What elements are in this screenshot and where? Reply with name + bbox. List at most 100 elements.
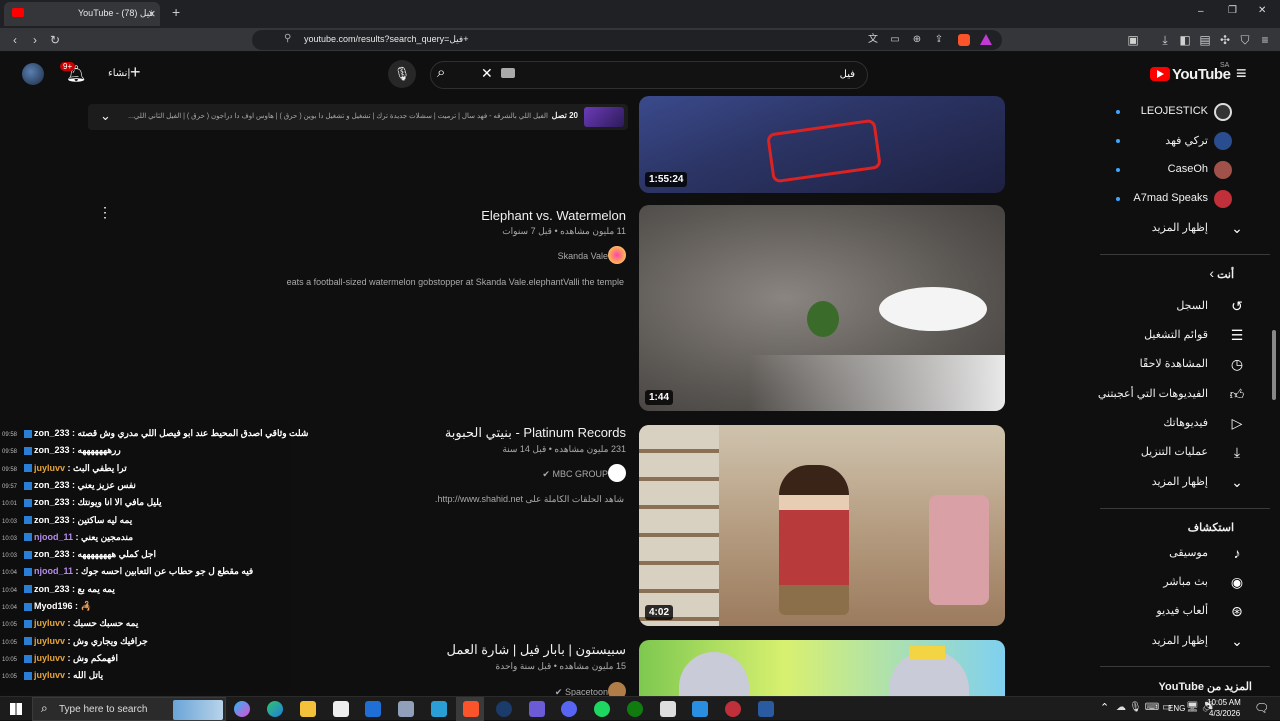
- brave-shield-icon[interactable]: [958, 34, 970, 46]
- search-bar[interactable]: ⌕ ✕ فيل: [430, 61, 868, 89]
- app-icon[interactable]: [398, 701, 414, 717]
- taskbar-search-box[interactable]: ⌕ Type here to search: [32, 697, 226, 721]
- chat-username[interactable]: zon_233: [34, 515, 70, 525]
- app-icon[interactable]: [431, 701, 447, 717]
- subscription-item[interactable]: A7mad Speaks: [1092, 185, 1252, 213]
- sidebar-item-downloads[interactable]: ⤓ عمليات التنزيل: [1092, 438, 1252, 466]
- video-thumbnail[interactable]: 1:44: [639, 205, 1005, 411]
- sidebar-panel-icon[interactable]: ▣: [1124, 30, 1142, 50]
- app-icon[interactable]: [529, 701, 545, 717]
- chat-username[interactable]: juyluvv: [34, 653, 65, 663]
- maximize-button[interactable]: ❐: [1228, 5, 1237, 16]
- app-icon[interactable]: [692, 701, 708, 717]
- reading-list-icon[interactable]: ◧: [1176, 30, 1194, 50]
- spotify-icon[interactable]: [594, 701, 610, 717]
- channel-name[interactable]: ✔ MBC GROUP: [542, 469, 608, 480]
- brave-rewards-icon[interactable]: [980, 34, 992, 45]
- sidebar-item-watch-later[interactable]: ◷ المشاهدة لاحقًا: [1092, 350, 1252, 378]
- guide-menu-button[interactable]: ≡: [1236, 63, 1247, 84]
- chat-username[interactable]: njood_11: [34, 532, 73, 542]
- sidebar-item-liked-videos[interactable]: 👍︎ الفيديوهات التي أعجبتني: [1092, 380, 1252, 408]
- channel-avatar[interactable]: [608, 464, 626, 482]
- channel-name[interactable]: Skanda Vale: [558, 251, 608, 261]
- clock-time[interactable]: 10:05 AM: [1207, 698, 1241, 707]
- chat-username[interactable]: juyluvv: [34, 670, 65, 680]
- subscription-item[interactable]: LEOJESTICK: [1092, 98, 1252, 126]
- xbox-icon[interactable]: [627, 701, 643, 717]
- chat-username[interactable]: zon_233: [34, 445, 70, 455]
- account-avatar[interactable]: [22, 63, 44, 85]
- sidebar-item-music[interactable]: ♪ موسيقى: [1092, 539, 1252, 567]
- sidebar-scrollbar[interactable]: [1272, 330, 1276, 400]
- notification-center-icon[interactable]: 🗨︎: [1254, 701, 1269, 715]
- discord-icon[interactable]: [561, 701, 577, 717]
- video-title[interactable]: بنيتي الحبوبة - Platinum Records: [445, 425, 626, 441]
- search-input[interactable]: فيل: [840, 69, 855, 80]
- search-button[interactable]: ⌕: [437, 64, 445, 81]
- sidebar-item-history[interactable]: ↺ السجل: [1092, 292, 1252, 320]
- translate-icon[interactable]: 文: [864, 30, 882, 50]
- clear-search-icon[interactable]: ✕: [481, 65, 493, 82]
- chat-username[interactable]: juyluvv: [34, 618, 65, 628]
- video-thumbnail[interactable]: 4:02: [639, 425, 1005, 626]
- download-toolbar-icon[interactable]: ⤓: [1156, 30, 1174, 50]
- zoom-icon[interactable]: ⊕: [908, 30, 926, 50]
- chat-username[interactable]: zon_233: [34, 497, 70, 507]
- chat-username[interactable]: juyluvv: [34, 636, 65, 646]
- show-more-you[interactable]: ⌄ إظهار المزيد: [1092, 468, 1252, 496]
- steam-icon[interactable]: [758, 701, 774, 717]
- sidebar-item-gaming[interactable]: ⊛ ألعاب فيديو: [1092, 597, 1252, 625]
- browser-tab[interactable]: YouTube - فيل (78) ×: [4, 2, 160, 26]
- video-title[interactable]: Elephant vs. Watermelon: [481, 208, 626, 223]
- sidebar-item-your-videos[interactable]: ▷ فيديوهاتك: [1092, 409, 1252, 437]
- mail-icon[interactable]: [365, 701, 381, 717]
- video-thumbnail[interactable]: 1:55:24: [639, 96, 1005, 193]
- chat-username[interactable]: zon_233: [34, 549, 70, 559]
- menu-icon[interactable]: ≡: [1256, 30, 1274, 50]
- keyboard-icon[interactable]: [501, 68, 515, 78]
- close-window-button[interactable]: ✕: [1258, 5, 1266, 16]
- file-explorer-icon[interactable]: [300, 701, 316, 717]
- reload-icon[interactable]: ↻: [46, 30, 64, 50]
- vpn-icon[interactable]: ⛉: [1236, 30, 1254, 50]
- sidebar-item-live[interactable]: ◉ بث مباشر: [1092, 568, 1252, 596]
- voice-search-button[interactable]: 🎙︎: [388, 60, 416, 88]
- site-info-icon[interactable]: ⚲: [284, 33, 291, 44]
- chat-username[interactable]: zon_233: [34, 584, 70, 594]
- store-icon[interactable]: [333, 701, 349, 717]
- chat-username[interactable]: juyluvv: [34, 463, 65, 473]
- minimize-button[interactable]: –: [1198, 6, 1204, 17]
- windows-start-icon[interactable]: [10, 703, 22, 715]
- forward-icon[interactable]: ›: [26, 30, 44, 50]
- youtube-logo[interactable]: YouTube SA: [1148, 62, 1231, 85]
- subscription-item[interactable]: تركي فهد: [1092, 127, 1252, 155]
- clock-date[interactable]: 4/3/2026: [1209, 709, 1240, 718]
- show-more-explore[interactable]: ⌄ إظهار المزيد: [1092, 627, 1252, 655]
- back-icon[interactable]: ‹: [6, 30, 24, 50]
- video-menu-button[interactable]: ⋮: [98, 204, 112, 221]
- address-bar[interactable]: ⚲ youtube.com/results?search_query=فيل+ …: [252, 30, 1002, 50]
- edge-icon[interactable]: [267, 701, 283, 717]
- app-icon[interactable]: [725, 701, 741, 717]
- extensions-icon[interactable]: ✣: [1216, 30, 1234, 50]
- chat-username[interactable]: Myod196: [34, 601, 73, 611]
- chevron-down-icon[interactable]: ⌄: [100, 108, 111, 124]
- cast-icon[interactable]: ▭: [886, 30, 904, 50]
- share-icon[interactable]: ⇪: [930, 30, 948, 50]
- app-icon[interactable]: [660, 701, 676, 717]
- channel-avatar[interactable]: [608, 246, 626, 264]
- video-title[interactable]: سبيستون | بابار فيل | شارة العمل: [446, 642, 626, 658]
- you-section-heading[interactable]: أنت ›: [1092, 262, 1252, 290]
- system-tray-chevron-icon[interactable]: ⌃: [1100, 701, 1109, 714]
- copilot-icon[interactable]: [234, 701, 250, 717]
- tray-icons[interactable]: ☁🎙︎⌨▭: [1116, 702, 1175, 713]
- create-button[interactable]: إنشاء +: [104, 62, 150, 84]
- tab-close-button[interactable]: ×: [148, 6, 156, 21]
- chat-username[interactable]: njood_11: [34, 566, 73, 576]
- steam-icon[interactable]: [496, 701, 512, 717]
- subscription-item[interactable]: CaseOh: [1092, 156, 1252, 184]
- chat-username[interactable]: zon_233: [34, 428, 70, 438]
- chat-username[interactable]: zon_233: [34, 480, 70, 490]
- show-more-subscriptions[interactable]: ⌄ إظهار المزيد: [1092, 214, 1252, 242]
- mix-playlist-row[interactable]: ⌄ الفيل اللي بالشرقه - فهد سال | ترميت |…: [88, 104, 628, 130]
